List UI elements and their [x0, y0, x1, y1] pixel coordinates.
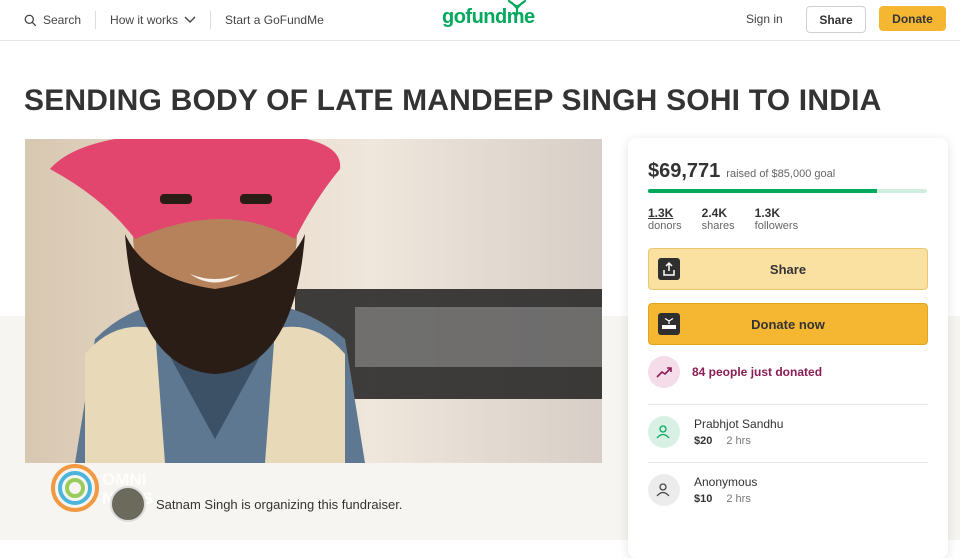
- progress-bar: [648, 189, 927, 193]
- donation-item: Prabhjot Sandhu $20 2 hrs: [648, 416, 783, 448]
- followers-count: 1.3K: [754, 206, 781, 220]
- donate-now-label: Donate now: [751, 316, 825, 332]
- signin-link[interactable]: Sign in: [746, 12, 783, 26]
- donors-label: donors: [648, 220, 682, 232]
- donor-name: Anonymous: [694, 475, 758, 489]
- donation-sidebar-card: $69,771 raised of $85,000 goal 1.3K dono…: [628, 138, 948, 558]
- stat-donors[interactable]: 1.3K donors: [648, 206, 682, 232]
- donation-amount: $10: [694, 493, 713, 505]
- followers-label: followers: [754, 220, 799, 232]
- progress-fill: [648, 189, 878, 193]
- gofundme-logo[interactable]: gofundme: [442, 0, 535, 29]
- share-icon: [658, 258, 680, 280]
- stat-shares: 2.4K shares: [702, 206, 735, 232]
- chevron-down-icon: [184, 16, 196, 23]
- organizer-text: Satnam Singh is organizing this fundrais…: [156, 496, 403, 512]
- share-button-label: Share: [769, 261, 807, 277]
- goal-text: raised of $85,000 goal: [726, 168, 836, 180]
- how-it-works-menu[interactable]: How it works: [110, 13, 196, 27]
- campaign-photo[interactable]: [25, 139, 602, 463]
- search-icon: [24, 14, 37, 26]
- share-button-header[interactable]: Share: [806, 6, 866, 33]
- campaign-title: SENDING BODY OF LATE MANDEEP SINGH SOHI …: [24, 84, 882, 117]
- divider: [648, 462, 928, 463]
- donor-name: Prabhjot Sandhu: [694, 417, 784, 431]
- donors-count: 1.3K: [648, 206, 674, 220]
- gofundme-me-icon: [658, 313, 680, 335]
- donation-time: 2 hrs: [726, 493, 751, 505]
- campaign-photo-illustration: [50, 139, 602, 463]
- donor-icon: [648, 474, 680, 506]
- shares-label: shares: [701, 220, 735, 232]
- top-nav: Search How it works Start a GoFundMe gof…: [0, 0, 960, 41]
- donation-time: 2 hrs: [726, 435, 751, 447]
- amount-raised: $69,771 raised of $85,000 goal: [648, 160, 835, 183]
- how-it-works-label: How it works: [110, 13, 179, 27]
- donor-icon: [648, 416, 680, 448]
- divider: [648, 404, 928, 405]
- nav-left: Search How it works Start a GoFundMe: [24, 0, 324, 40]
- nav-divider: [210, 11, 212, 29]
- recent-donations-notice: 84 people just donated: [648, 356, 822, 388]
- start-label: Start a GoFundMe: [225, 13, 324, 27]
- organizer-row: Satnam Singh is organizing this fundrais…: [110, 486, 402, 522]
- stat-followers: 1.3K followers: [755, 206, 798, 232]
- donate-now-button[interactable]: Donate now: [648, 303, 928, 345]
- organizer-avatar[interactable]: [110, 486, 146, 522]
- sprout-icon: [507, 0, 527, 14]
- recent-donations-text: 84 people just donated: [692, 365, 823, 379]
- donate-button-header[interactable]: Donate: [879, 6, 946, 31]
- shares-count: 2.4K: [701, 206, 727, 220]
- start-fundraiser-link[interactable]: Start a GoFundMe: [225, 13, 324, 27]
- donation-item: Anonymous $10 2 hrs: [648, 474, 757, 506]
- search-label: Search: [43, 13, 82, 27]
- nav-divider: [95, 11, 97, 29]
- share-button[interactable]: Share: [648, 248, 928, 290]
- donation-amount: $20: [694, 435, 713, 447]
- search-link[interactable]: Search: [24, 13, 81, 27]
- raised-amount: $69,771: [648, 160, 721, 182]
- trend-up-icon: [648, 356, 680, 388]
- campaign-stats: 1.3K donors 2.4K shares 1.3K followers: [648, 206, 798, 232]
